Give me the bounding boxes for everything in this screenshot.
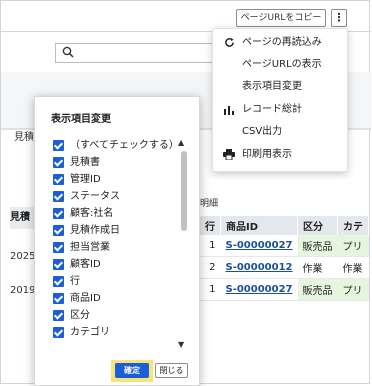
type-cell: 販売品	[297, 235, 338, 257]
checkbox-item[interactable]: 管理ID	[53, 172, 183, 189]
more-menu-button[interactable]: ⋮	[331, 9, 347, 27]
product-id-link[interactable]: S-00000027	[220, 278, 298, 301]
category-cell: プリ	[337, 278, 369, 301]
line-cell: 1	[200, 235, 221, 257]
checkbox-item[interactable]: 行	[53, 274, 183, 291]
checkbox-label: （すべてチェックする）	[70, 140, 179, 151]
scroll-down-arrow-icon[interactable]: ▼	[178, 340, 184, 349]
scrollbar-thumb[interactable]	[181, 151, 187, 231]
category-cell: 作業	[337, 256, 369, 279]
column-header-type[interactable]: 区分	[297, 216, 339, 235]
menu-item-label: ページの再読込み	[242, 37, 322, 48]
checkbox-item[interactable]: カテゴリ	[53, 325, 183, 342]
checkbox-item[interactable]: 顧客:社名	[53, 206, 183, 223]
checkbox-item[interactable]: 見積作成日	[53, 223, 183, 240]
column-header-category[interactable]: カテ	[337, 216, 370, 235]
checkbox-item[interactable]: 見積書	[53, 155, 183, 172]
checkbox-label: 商品ID	[70, 293, 101, 304]
checkbox-checked-icon[interactable]	[53, 208, 64, 219]
product-id-link[interactable]: S-00000012	[220, 256, 298, 279]
checkbox-item[interactable]: 顧客ID	[53, 257, 183, 274]
type-cell: 販売品	[297, 278, 338, 301]
search-input[interactable]	[55, 43, 225, 63]
menu-item-show-url[interactable]: ページURLの表示	[213, 54, 347, 76]
menu-item-label: CSV出力	[242, 126, 283, 137]
checkbox-label: 担当営業	[70, 242, 110, 253]
checkbox-select-all[interactable]: （すべてチェックする）	[53, 138, 183, 155]
checkbox-item[interactable]: 担当営業	[53, 240, 183, 257]
column-header-line[interactable]: 行	[200, 216, 221, 235]
tab-label[interactable]: 見積	[14, 128, 34, 143]
checkbox-label: 管理ID	[70, 174, 101, 185]
menu-item-print-view[interactable]: 印刷用表示	[213, 144, 347, 166]
column-header-product-id[interactable]: 商品ID	[220, 216, 299, 235]
checkbox-checked-icon[interactable]	[53, 174, 64, 185]
table-row: 2 S-00000012 作業 作業	[200, 256, 369, 279]
checkbox-checked-icon[interactable]	[53, 191, 64, 202]
checkbox-label: 顧客ID	[70, 259, 101, 270]
checkbox-checked-icon[interactable]	[53, 140, 64, 151]
menu-item-label: レコード総計	[242, 104, 302, 115]
checkbox-label: カテゴリ	[70, 327, 110, 338]
search-icon	[62, 46, 74, 61]
copy-page-url-button[interactable]: ページURLをコピー	[236, 9, 326, 27]
detail-section-label: 明細	[200, 199, 219, 209]
checkbox-checked-icon[interactable]	[53, 293, 64, 304]
checkbox-item[interactable]: 区分	[53, 308, 183, 325]
menu-item-label: 表示項目変更	[242, 81, 302, 92]
menu-item-reload[interactable]: ページの再読込み	[213, 32, 347, 54]
checkbox-label: 見積作成日	[70, 225, 120, 236]
checkbox-checked-icon[interactable]	[53, 242, 64, 253]
line-cell: 1	[200, 278, 221, 301]
checkbox-item[interactable]: ステータス	[53, 189, 183, 206]
checkbox-label: 行	[70, 276, 80, 287]
bar-chart-icon	[223, 99, 235, 123]
table-row: 1 S-00000027 販売品 プリ	[200, 278, 369, 301]
table-row: 1 S-00000027 販売品 プリ	[200, 235, 369, 257]
detail-table: 行 商品ID 区分 カテ 1 S-00000027 販売品 プリ 2 S-000…	[200, 216, 370, 301]
checkbox-checked-icon[interactable]	[53, 276, 64, 287]
line-cell: 2	[200, 256, 221, 279]
checkbox-label: 見積書	[70, 157, 100, 168]
panel-title: 表示項目変更	[51, 114, 111, 125]
more-actions-menu: ページの再読込み ページURLの表示 表示項目変更 レコード総計 CSV出力 印…	[212, 28, 348, 172]
menu-item-record-totals[interactable]: レコード総計	[213, 99, 347, 121]
checkbox-label: 区分	[70, 310, 90, 321]
confirm-button[interactable]: 確定	[115, 363, 149, 378]
scroll-up-arrow-icon[interactable]: ▲	[178, 138, 184, 147]
checkbox-checked-icon[interactable]	[53, 310, 64, 321]
printer-icon	[223, 144, 235, 168]
checkbox-item[interactable]: 商品ID	[53, 291, 183, 308]
category-cell: プリ	[337, 235, 369, 257]
close-button[interactable]: 閉じる	[155, 363, 188, 378]
menu-item-change-columns[interactable]: 表示項目変更	[213, 76, 347, 98]
menu-item-csv-export[interactable]: CSV出力	[213, 121, 347, 143]
column-chooser-panel: 表示項目変更 （すべてチェックする） 見積書 管理ID ステータス 顧客:社名 …	[34, 96, 200, 386]
checkbox-checked-icon[interactable]	[53, 225, 64, 236]
refresh-icon	[223, 32, 235, 56]
checkbox-checked-icon[interactable]	[53, 157, 64, 168]
checkbox-checked-icon[interactable]	[53, 259, 64, 270]
checkbox-label: 顧客:社名	[70, 208, 114, 219]
type-cell: 作業	[297, 256, 338, 279]
product-id-link[interactable]: S-00000027	[220, 235, 298, 257]
menu-item-label: 印刷用表示	[242, 149, 292, 160]
menu-item-label: ページURLの表示	[242, 59, 322, 70]
checkbox-label: ステータス	[70, 191, 120, 202]
checkbox-checked-icon[interactable]	[53, 327, 64, 338]
list-column-header: 見積作	[10, 207, 36, 229]
